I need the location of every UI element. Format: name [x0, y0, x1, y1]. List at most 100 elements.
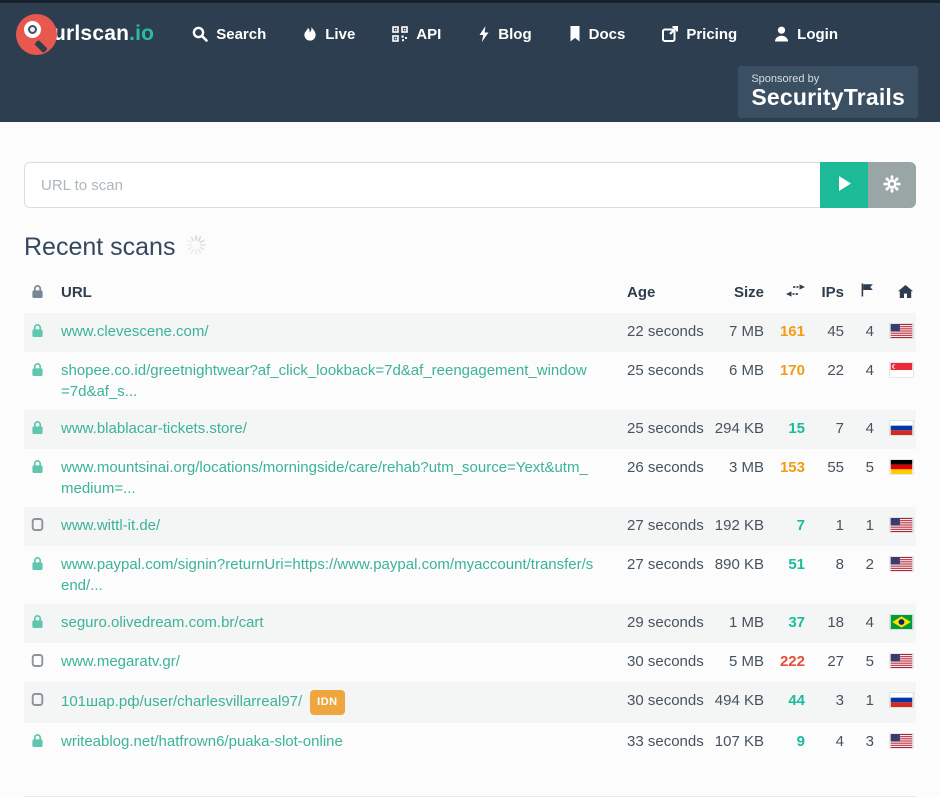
country-flag-icon	[874, 515, 916, 532]
brand-logo-link[interactable]: urlscan.io	[16, 14, 154, 55]
flags-column-icon	[844, 282, 874, 303]
flags-cell: 4	[844, 321, 874, 342]
size-cell: 6 MB	[693, 360, 764, 381]
ips-cell: 55	[805, 457, 844, 478]
scan-url-link[interactable]: www.wittl-it.de/	[61, 517, 160, 534]
url-cell: www.blablacar-tickets.store/	[61, 418, 607, 439]
country-flag-icon	[874, 418, 916, 435]
gear-icon	[883, 175, 901, 196]
nav-bar: urlscan.io Search Live API Blog Docs	[0, 3, 940, 65]
nav-item-blog[interactable]: Blog	[478, 26, 531, 43]
scan-url-link[interactable]: www.clevescene.com/	[61, 323, 209, 340]
country-flag-icon	[874, 360, 916, 377]
table-row: www.paypal.com/signin?returnUri=https://…	[24, 546, 916, 604]
unlock-icon	[24, 651, 61, 674]
nav-item-login[interactable]: Login	[774, 26, 838, 43]
flags-cell: 4	[844, 612, 874, 633]
requests-cell: 161	[764, 321, 805, 342]
main-nav: Search Live API Blog Docs Pricing	[192, 26, 875, 43]
ips-cell: 1	[805, 515, 844, 536]
lock-icon	[24, 612, 61, 635]
age-cell: 26 seconds	[607, 457, 693, 478]
scan-url-link[interactable]: shopee.co.id/greetnightwear?af_click_loo…	[61, 362, 587, 400]
sponsor-banner[interactable]: Sponsored by SecurityTrails	[738, 66, 918, 118]
flags-cell: 4	[844, 418, 874, 439]
ips-cell: 45	[805, 321, 844, 342]
nav-item-search[interactable]: Search	[192, 26, 266, 43]
requests-cell: 9	[764, 731, 805, 752]
recent-scans-title: Recent scans	[24, 233, 175, 262]
scan-url-link[interactable]: www.paypal.com/signin?returnUri=https://…	[61, 556, 593, 594]
country-flag-icon	[874, 457, 916, 474]
lock-icon	[24, 321, 61, 344]
scan-submit-button[interactable]	[820, 162, 868, 208]
nav-item-api[interactable]: API	[392, 26, 441, 43]
ips-cell: 27	[805, 651, 844, 672]
table-row: 101шар.рф/user/charlesvillarreal97/IDN30…	[24, 682, 916, 723]
size-cell: 192 KB	[693, 515, 764, 536]
nav-item-pricing[interactable]: Pricing	[662, 26, 737, 43]
size-cell: 107 KB	[693, 731, 764, 752]
scan-url-link[interactable]: www.mountsinai.org/locations/morningside…	[61, 459, 588, 497]
requests-cell: 222	[764, 651, 805, 672]
age-cell: 25 seconds	[607, 418, 693, 439]
size-cell: 890 KB	[693, 554, 764, 575]
scan-url-link[interactable]: 101шар.рф/user/charlesvillarreal97/	[61, 693, 302, 710]
scan-options-button[interactable]	[868, 162, 916, 208]
requests-column-icon	[764, 282, 805, 303]
fire-icon	[303, 26, 317, 42]
bookmark-icon	[569, 26, 581, 42]
age-cell: 27 seconds	[607, 554, 693, 575]
country-flag-icon	[874, 651, 916, 668]
lock-icon	[24, 360, 61, 383]
external-link-icon	[662, 26, 678, 42]
scan-url-link[interactable]: www.blablacar-tickets.store/	[61, 420, 247, 437]
size-cell: 7 MB	[693, 321, 764, 342]
flags-cell: 3	[844, 731, 874, 752]
flags-cell: 2	[844, 554, 874, 575]
requests-cell: 15	[764, 418, 805, 439]
lock-icon	[24, 457, 61, 480]
ips-cell: 4	[805, 731, 844, 752]
table-row: writeablog.net/hatfrown6/puaka-slot-onli…	[24, 723, 916, 762]
scan-url-link[interactable]: writeablog.net/hatfrown6/puaka-slot-onli…	[61, 733, 343, 750]
url-cell: shopee.co.id/greetnightwear?af_click_loo…	[61, 360, 607, 402]
scan-url-link[interactable]: seguro.olivedream.com.br/cart	[61, 614, 264, 631]
recent-scans-table: URL Age Size IPs www.clevescene.com/22 s…	[24, 274, 916, 762]
bolt-icon	[478, 26, 490, 42]
scan-url-link[interactable]: www.megaratv.gr/	[61, 653, 180, 670]
lock-column-icon	[24, 282, 61, 305]
flags-cell: 1	[844, 690, 874, 711]
requests-cell: 44	[764, 690, 805, 711]
url-column-header: URL	[61, 282, 607, 303]
flags-cell: 5	[844, 457, 874, 478]
nav-item-docs[interactable]: Docs	[569, 26, 626, 43]
table-row: www.blablacar-tickets.store/25 seconds29…	[24, 410, 916, 449]
loading-spinner-icon	[185, 234, 207, 261]
age-column-header: Age	[607, 282, 693, 303]
recent-scans-body: www.clevescene.com/22 seconds7 MB161454s…	[24, 313, 916, 762]
nav-item-live[interactable]: Live	[303, 26, 355, 43]
lock-icon	[24, 731, 61, 754]
url-cell: 101шар.рф/user/charlesvillarreal97/IDN	[61, 690, 607, 715]
search-icon	[192, 26, 208, 42]
table-row: www.wittl-it.de/27 seconds192 KB711	[24, 507, 916, 546]
age-cell: 29 seconds	[607, 612, 693, 633]
site-header: urlscan.io Search Live API Blog Docs	[0, 3, 940, 122]
requests-cell: 37	[764, 612, 805, 633]
ips-column-header: IPs	[805, 282, 844, 303]
country-flag-icon	[874, 321, 916, 338]
size-cell: 3 MB	[693, 457, 764, 478]
url-scan-input[interactable]	[24, 162, 820, 208]
ips-cell: 18	[805, 612, 844, 633]
lock-icon	[24, 554, 61, 577]
ips-cell: 22	[805, 360, 844, 381]
size-cell: 1 MB	[693, 612, 764, 633]
play-icon	[838, 176, 851, 194]
age-cell: 30 seconds	[607, 690, 693, 711]
url-cell: seguro.olivedream.com.br/cart	[61, 612, 607, 633]
size-column-header: Size	[693, 282, 764, 303]
table-row: www.mountsinai.org/locations/morningside…	[24, 449, 916, 507]
table-row: seguro.olivedream.com.br/cart29 seconds1…	[24, 604, 916, 643]
age-cell: 33 seconds	[607, 731, 693, 752]
